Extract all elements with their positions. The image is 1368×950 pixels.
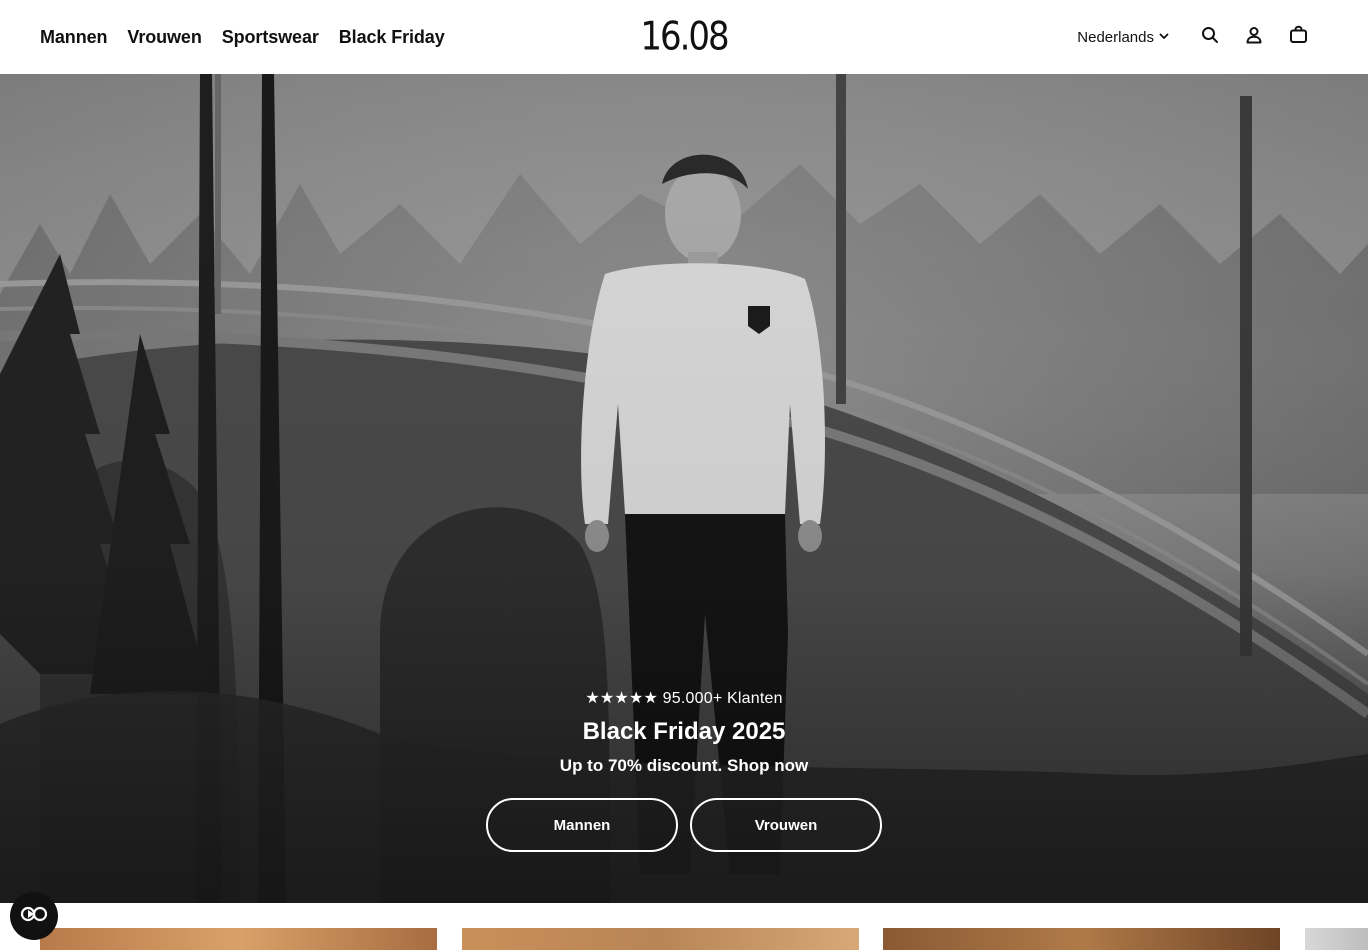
cart-button[interactable] <box>1276 15 1320 59</box>
hero-content: ★★★★★ 95.000+ Klanten Black Friday 2025 … <box>0 688 1368 852</box>
shop-mannen-button[interactable]: Mannen <box>486 798 678 852</box>
site-header: Mannen Vrouwen Sportswear Black Friday 1… <box>0 0 1368 74</box>
hero-subtitle: Up to 70% discount. Shop now <box>559 756 809 775</box>
nav-item-black-friday[interactable]: Black Friday <box>339 27 445 48</box>
header-tools: Nederlands <box>1077 0 1320 74</box>
shop-vrouwen-button[interactable]: Vrouwen <box>690 798 882 852</box>
customer-rating: ★★★★★ 95.000+ Klanten <box>585 690 783 707</box>
hero-buttons: Mannen Vrouwen <box>0 798 1368 852</box>
brand-logo[interactable]: 16.08 <box>640 14 729 60</box>
account-icon <box>1245 26 1263 49</box>
search-icon <box>1201 26 1219 49</box>
hero-banner[interactable]: ★★★★★ 95.000+ Klanten Black Friday 2025 … <box>0 74 1368 903</box>
cart-icon <box>1289 25 1308 49</box>
nav-item-mannen[interactable]: Mannen <box>40 27 108 48</box>
hero-title: Black Friday 2025 <box>582 718 786 745</box>
language-label: Nederlands <box>1077 28 1154 46</box>
brand-logo-text: 16.08 <box>640 14 729 60</box>
account-button[interactable] <box>1232 15 1276 59</box>
product-card[interactable] <box>40 928 437 950</box>
accessibility-toggle-button[interactable] <box>10 892 58 940</box>
product-carousel <box>0 903 1368 950</box>
accessibility-toggle-icon <box>20 906 48 927</box>
nav-item-sportswear[interactable]: Sportswear <box>222 27 319 48</box>
search-button[interactable] <box>1188 15 1232 59</box>
nav-item-vrouwen[interactable]: Vrouwen <box>127 27 201 48</box>
main-nav: Mannen Vrouwen Sportswear Black Friday <box>40 0 445 74</box>
product-card[interactable] <box>1305 928 1368 950</box>
language-selector[interactable]: Nederlands <box>1077 29 1170 46</box>
product-card[interactable] <box>462 928 859 950</box>
chevron-down-icon <box>1158 29 1170 46</box>
product-card[interactable] <box>883 928 1280 950</box>
